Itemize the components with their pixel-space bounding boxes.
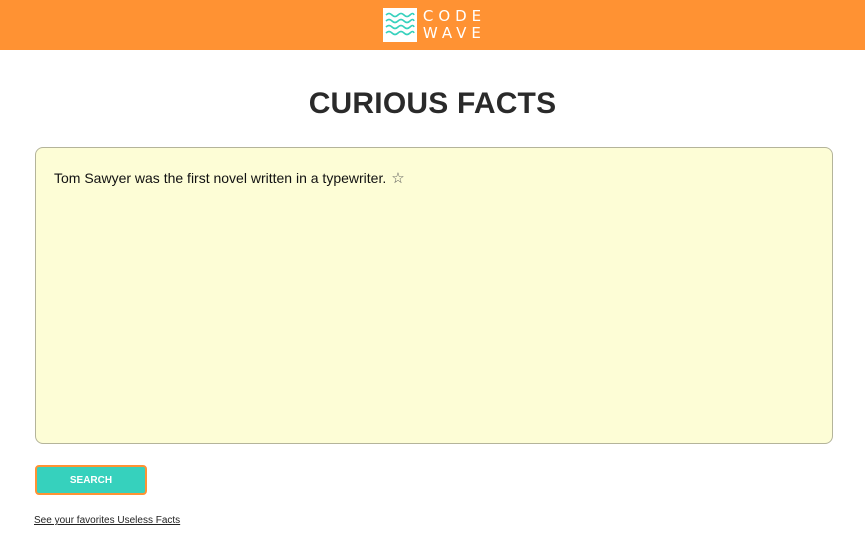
fact-display-box: Tom Sawyer was the first novel written i… xyxy=(35,147,833,444)
wave-icon xyxy=(382,8,417,42)
fact-line: Tom Sawyer was the first novel written i… xyxy=(54,170,814,186)
codewave-logo[interactable]: CODE WAVE xyxy=(382,8,486,42)
fact-text: Tom Sawyer was the first novel written i… xyxy=(54,170,387,186)
logo-word-wave: WAVE xyxy=(422,24,486,42)
star-outline-icon[interactable]: ☆ xyxy=(391,171,404,186)
favorites-link[interactable]: See your favorites Useless Facts xyxy=(34,515,180,526)
page-title: CURIOUS FACTS xyxy=(308,87,557,120)
search-button[interactable]: SEARCH xyxy=(35,465,147,495)
logo-word-code: CODE xyxy=(422,7,487,25)
logo-text: CODE WAVE xyxy=(423,8,486,42)
app-header: CODE WAVE xyxy=(0,0,865,50)
